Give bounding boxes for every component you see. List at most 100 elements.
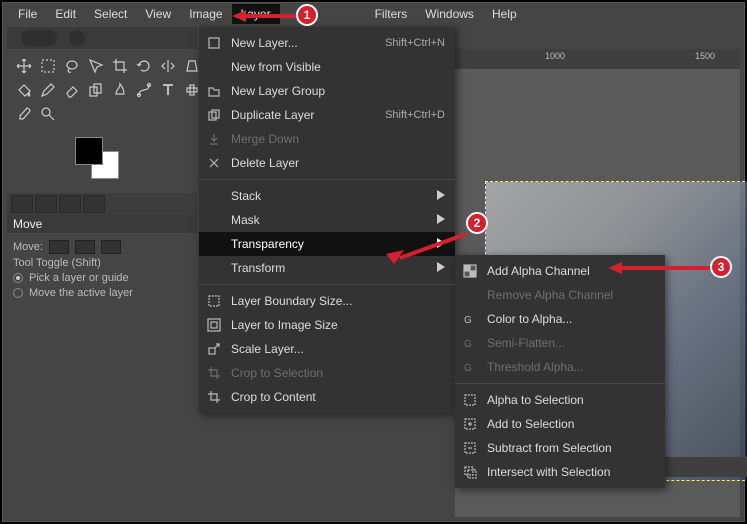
menu-edit[interactable]: Edit	[46, 4, 85, 24]
menu-semi-flatten: GSemi-Flatten...	[455, 331, 665, 355]
fit-icon	[205, 317, 223, 333]
menubar: File Edit Select View Image Layer Filter…	[3, 3, 744, 25]
menu-file[interactable]: File	[9, 4, 46, 24]
rect-select-icon[interactable]	[37, 55, 59, 77]
menu-separator	[199, 284, 455, 285]
gegl-icon: G	[461, 335, 479, 351]
radio-move-active[interactable]	[13, 288, 23, 298]
menu-color-to-alpha[interactable]: GColor to Alpha...	[455, 307, 665, 331]
scale-icon	[205, 341, 223, 357]
toolbox: Move Move: Tool Toggle (Shift) Pick a la…	[7, 27, 197, 306]
boundary-icon	[205, 293, 223, 309]
chevron-right-icon	[437, 213, 445, 227]
menu-intersect-selection[interactable]: Intersect with Selection	[455, 460, 665, 484]
fuzzy-select-icon[interactable]	[85, 55, 107, 77]
menu-help[interactable]: Help	[483, 4, 526, 24]
menu-stack[interactable]: Stack	[199, 184, 455, 208]
layer-menu-dropdown: New Layer...Shift+Ctrl+N New from Visibl…	[199, 27, 455, 413]
dropper-icon[interactable]	[13, 103, 35, 125]
new-layer-icon	[205, 35, 223, 51]
selection-subtract-icon	[461, 440, 479, 456]
menu-separator	[199, 179, 455, 180]
selection-add-icon	[461, 416, 479, 432]
menu-add-to-selection[interactable]: Add to Selection	[455, 412, 665, 436]
menu-duplicate-layer[interactable]: Duplicate LayerShift+Ctrl+D	[199, 103, 455, 127]
menu-alpha-to-selection[interactable]: Alpha to Selection	[455, 388, 665, 412]
layer-group-icon	[205, 83, 223, 99]
annotation-badge-2: 2	[466, 212, 488, 234]
menu-remove-alpha: Remove Alpha Channel	[455, 283, 665, 307]
smudge-icon[interactable]	[109, 79, 131, 101]
bucket-icon[interactable]	[13, 79, 35, 101]
menu-subtract-from-selection[interactable]: Subtract from Selection	[455, 436, 665, 460]
toolbox-header-decoration	[7, 27, 197, 49]
menu-scale-layer[interactable]: Scale Layer...	[199, 337, 455, 361]
menu-select[interactable]: Select	[85, 4, 136, 24]
menu-view[interactable]: View	[136, 4, 180, 24]
move-mode-label: Move:	[13, 241, 43, 253]
duplicate-icon	[205, 107, 223, 123]
tool-toggle-label: Tool Toggle (Shift)	[13, 257, 191, 269]
checker-icon	[461, 263, 479, 279]
annotation-badge-1: 1	[296, 4, 318, 26]
dock-tab[interactable]	[35, 195, 57, 213]
tool-grid	[7, 49, 197, 131]
menu-merge-down: Merge Down	[199, 127, 455, 151]
menu-windows[interactable]: Windows	[416, 4, 483, 24]
move-mode-layer-icon[interactable]	[49, 240, 69, 254]
svg-text:G: G	[464, 363, 472, 374]
crop-icon	[205, 365, 223, 381]
menu-delete-layer[interactable]: Delete Layer	[199, 151, 455, 175]
chevron-right-icon	[437, 189, 445, 203]
ruler-tick: 1500	[695, 51, 715, 61]
transparency-submenu: Add Alpha Channel Remove Alpha Channel G…	[455, 255, 665, 488]
menu-new-layer[interactable]: New Layer...Shift+Ctrl+N	[199, 31, 455, 55]
pencil-icon[interactable]	[37, 79, 59, 101]
flip-icon[interactable]	[157, 55, 179, 77]
text-icon[interactable]	[157, 79, 179, 101]
dock-tab[interactable]	[83, 195, 105, 213]
merge-down-icon	[205, 131, 223, 147]
svg-text:G: G	[464, 339, 472, 350]
tool-options: Move: Tool Toggle (Shift) Pick a layer o…	[7, 233, 197, 306]
annotation-arrow-1	[228, 6, 302, 26]
menu-layer-to-image[interactable]: Layer to Image Size	[199, 313, 455, 337]
menu-crop-to-content[interactable]: Crop to Content	[199, 385, 455, 409]
clone-icon[interactable]	[85, 79, 107, 101]
ruler-horizontal: 1000 1500	[455, 49, 740, 69]
crop-icon[interactable]	[109, 55, 131, 77]
dock-tab[interactable]	[11, 195, 33, 213]
menu-boundary-size[interactable]: Layer Boundary Size...	[199, 289, 455, 313]
annotation-badge-3: 3	[710, 256, 732, 278]
menu-threshold-alpha: GThreshold Alpha...	[455, 355, 665, 379]
menu-mask[interactable]: Mask	[199, 208, 455, 232]
radio-pick-layer[interactable]	[13, 273, 23, 283]
lasso-icon[interactable]	[61, 55, 83, 77]
delete-icon	[205, 155, 223, 171]
path-icon[interactable]	[133, 79, 155, 101]
move-tool-icon[interactable]	[13, 55, 35, 77]
ruler-tick: 1000	[545, 51, 565, 61]
menu-new-from-visible[interactable]: New from Visible	[199, 55, 455, 79]
move-mode-path-icon[interactable]	[101, 240, 121, 254]
radio-pick-layer-label: Pick a layer or guide	[29, 272, 129, 284]
dock-tab[interactable]	[59, 195, 81, 213]
menu-separator	[455, 383, 665, 384]
tool-options-title: Move	[7, 215, 197, 233]
zoom-icon[interactable]	[37, 103, 59, 125]
move-mode-selection-icon[interactable]	[75, 240, 95, 254]
eraser-icon[interactable]	[61, 79, 83, 101]
menu-filters[interactable]: Filters	[366, 4, 417, 24]
fg-color-swatch[interactable]	[75, 137, 103, 165]
gegl-icon: G	[461, 311, 479, 327]
menu-image[interactable]: Image	[180, 4, 231, 24]
selection-replace-icon	[461, 392, 479, 408]
annotation-arrow-2	[380, 230, 470, 264]
radio-move-active-label: Move the active layer	[29, 287, 133, 299]
selection-intersect-icon	[461, 464, 479, 480]
svg-text:G: G	[464, 315, 472, 326]
menu-new-layer-group[interactable]: New Layer Group	[199, 79, 455, 103]
color-swatches[interactable]	[75, 137, 127, 185]
dock-tabs	[7, 193, 197, 215]
rotate-icon[interactable]	[133, 55, 155, 77]
